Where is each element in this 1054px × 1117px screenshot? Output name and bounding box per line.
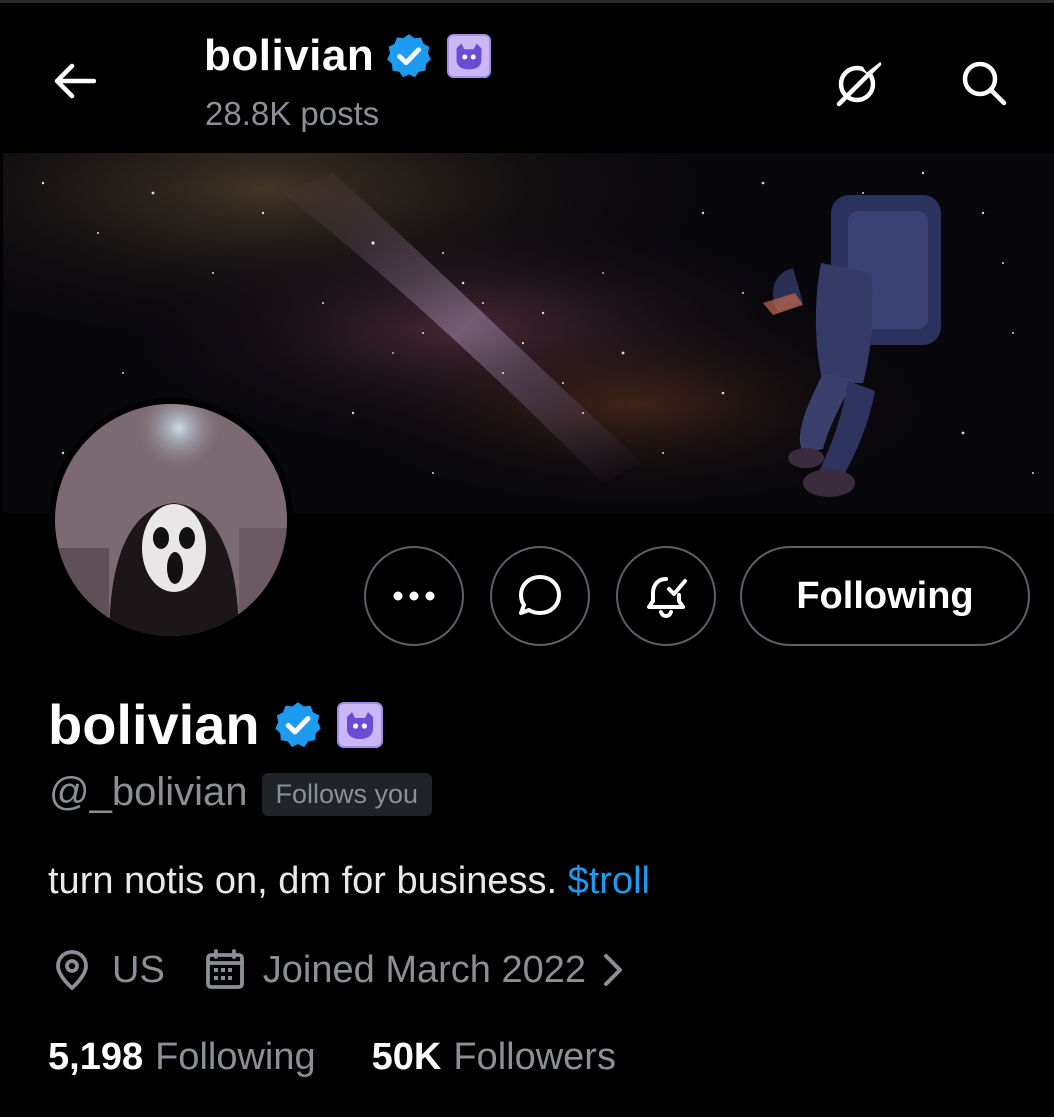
following-count: 5,198 <box>48 1036 144 1078</box>
back-button[interactable] <box>44 53 104 109</box>
followers-stat[interactable]: 50K Followers <box>372 1036 616 1079</box>
bio-text: turn notis on, dm for business. <box>48 860 568 902</box>
header-posts-count: 28.8K posts <box>205 95 380 132</box>
verified-badge-icon[interactable] <box>272 699 324 751</box>
profile-meta-row: US Joined March 2022 <box>50 948 626 992</box>
profile-name: bolivian <box>48 693 260 756</box>
header-title: bolivian <box>204 31 492 81</box>
joined-item[interactable]: Joined March 2022 <box>203 948 626 992</box>
following-stat[interactable]: 5,198 Following <box>48 1036 316 1079</box>
follows-you-badge: Follows you <box>261 773 433 816</box>
profile-bio: turn notis on, dm for business. $troll <box>48 860 650 903</box>
affiliate-badge-icon[interactable] <box>336 701 384 749</box>
message-bubble-icon <box>519 575 561 615</box>
followers-count: 50K <box>371 1036 442 1078</box>
joined-text: Joined March 2022 <box>262 948 587 991</box>
grok-button[interactable] <box>826 51 890 115</box>
header-name: bolivian <box>204 31 375 80</box>
following-button[interactable]: Following <box>740 546 1030 646</box>
location-item: US <box>50 948 165 992</box>
profile-avatar[interactable] <box>49 398 293 642</box>
more-options-button[interactable] <box>364 546 464 646</box>
calendar-icon <box>205 949 244 989</box>
following-label: Following <box>155 1036 316 1078</box>
search-icon <box>962 61 1007 106</box>
verified-badge-icon <box>387 34 432 78</box>
bell-check-icon <box>647 577 687 619</box>
profile-handle: @_bolivian <box>49 770 248 814</box>
location-text: US <box>112 948 165 991</box>
avatar-image <box>49 398 293 642</box>
chevron-right-icon <box>604 954 623 986</box>
grok-icon <box>836 57 882 107</box>
message-button[interactable] <box>490 546 590 646</box>
handle-row: @_bolivian Follows you <box>49 770 433 816</box>
arrow-left-icon <box>54 63 96 99</box>
notifications-button[interactable] <box>616 546 716 646</box>
bio-cashtag-link[interactable]: $troll <box>568 860 650 902</box>
followers-label: Followers <box>453 1036 616 1078</box>
more-dots-icon <box>393 591 435 601</box>
affiliate-badge-icon <box>447 33 492 79</box>
location-pin-icon <box>56 950 88 990</box>
search-button[interactable] <box>952 51 1016 115</box>
profile-name-row: bolivian <box>48 692 384 757</box>
top-bar: bolivian 28.8K posts <box>0 0 1054 153</box>
profile-stats-row: 5,198 Following 50K Followers <box>48 1036 616 1079</box>
